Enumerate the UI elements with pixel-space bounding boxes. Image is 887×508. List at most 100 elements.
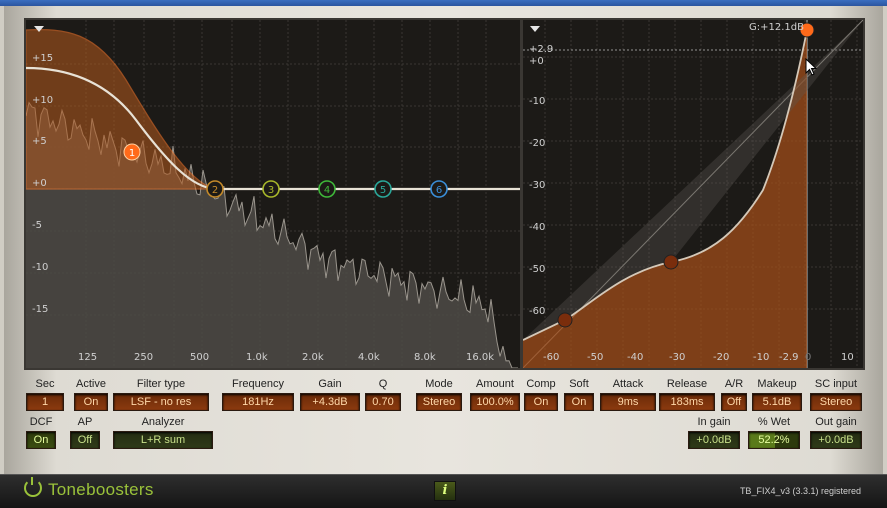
eq-menu-dropdown-icon[interactable] (34, 26, 44, 32)
amount-value[interactable]: 100.0% (470, 393, 520, 411)
active-control[interactable]: Active On (74, 377, 108, 411)
sc-input-value[interactable]: Stereo (810, 393, 862, 411)
sec-control[interactable]: Sec 1 (26, 377, 64, 411)
dyn-y-tick-label: -50 (529, 264, 545, 275)
eq-y-tick-label: +0 (32, 178, 47, 189)
release-control[interactable]: Release 183ms (659, 377, 715, 411)
ap-control[interactable]: AP Off (70, 415, 100, 449)
dyn-x-tick-label: -10 (753, 352, 769, 363)
release-value[interactable]: 183ms (659, 393, 715, 411)
eq-x-tick-label: 4.0k (358, 352, 380, 363)
dyn-x-tick-label: -20 (713, 352, 729, 363)
dyn-x-tick-label: 0 (805, 352, 811, 363)
wet-control[interactable]: % Wet 52.2% (748, 415, 800, 449)
comp-control[interactable]: Comp On (524, 377, 558, 411)
amount-label: Amount (476, 378, 514, 390)
svg-text:5: 5 (380, 185, 386, 196)
gain-control[interactable]: Gain +4.3dB (300, 377, 360, 411)
dyn-y-tick-label: +2.9 (529, 44, 553, 55)
wet-label: % Wet (757, 416, 791, 428)
soft-value[interactable]: On (564, 393, 594, 411)
dcf-value[interactable]: On (26, 431, 56, 449)
svg-text:4: 4 (324, 185, 330, 196)
dyn-y-tick-label: -40 (529, 222, 545, 233)
dyn-x-tick-label: 10 (841, 352, 854, 363)
eq-y-tick-label: +15 (32, 53, 53, 64)
release-label: Release (666, 378, 708, 390)
ar-value[interactable]: Off (721, 393, 747, 411)
in-gain-control[interactable]: In gain +0.0dB (688, 415, 740, 449)
power-logo-icon (24, 477, 42, 497)
comp-label: Comp (526, 378, 556, 390)
ap-label: AP (77, 416, 93, 428)
eq-band-4-handle[interactable]: 4 (318, 180, 336, 198)
active-value[interactable]: On (74, 393, 108, 411)
version-text: TB_FIX4_v3 (3.3.1) registered (739, 486, 861, 496)
analyzer-label: Analyzer (141, 416, 185, 428)
ar-label: A/R (724, 378, 744, 390)
frequency-value[interactable]: 181Hz (222, 393, 294, 411)
mode-value[interactable]: Stereo (416, 393, 462, 411)
gain-value[interactable]: +4.3dB (300, 393, 360, 411)
soft-control[interactable]: Soft On (564, 377, 594, 411)
info-button[interactable]: i (434, 481, 456, 501)
in-gain-label: In gain (697, 416, 731, 428)
q-value[interactable]: 0.70 (365, 393, 401, 411)
eq-y-tick-label: -5 (32, 220, 42, 231)
dyn-y-tick-label: -10 (529, 96, 545, 107)
eq-y-tick-label: +5 (32, 136, 47, 147)
dcf-control[interactable]: DCF On (26, 415, 56, 449)
eq-x-tick-label: 500 (190, 352, 209, 363)
eq-y-tick-label: -15 (32, 304, 48, 315)
attack-value[interactable]: 9ms (600, 393, 656, 411)
comp-value[interactable]: On (524, 393, 558, 411)
filter-type-value[interactable]: LSF - no res (113, 393, 209, 411)
plugin-window: 1 2 3 4 5 6 +15 +10 +5 +0 -5 -10 -15 125 250 500 1.0k 2.0… (0, 0, 887, 508)
eq-x-tick-label: 8.0k (414, 352, 436, 363)
attack-control[interactable]: Attack 9ms (600, 377, 656, 411)
q-control[interactable]: Q 0.70 (365, 377, 401, 411)
sc-input-control[interactable]: SC input Stereo (810, 377, 862, 411)
eq-graph[interactable]: 1 2 3 4 5 6 +15 +10 +5 +0 -5 -10 -15 125 250 500 1.0k 2.0… (24, 18, 522, 370)
makeup-value[interactable]: 5.1dB (752, 393, 802, 411)
dynamics-menu-dropdown-icon[interactable] (530, 26, 540, 32)
eq-x-tick-label: 125 (78, 352, 97, 363)
dyn-x-tick-label: -60 (543, 352, 559, 363)
attack-label: Attack (612, 378, 644, 390)
dyn-x-tick-label: -30 (669, 352, 685, 363)
dyn-x-tick-label: -2.9 (779, 352, 799, 363)
filter-type-control[interactable]: Filter type LSF - no res (113, 377, 209, 411)
sc-input-label: SC input (814, 378, 858, 390)
dyn-x-tick-label: -40 (627, 352, 643, 363)
eq-band-1-handle[interactable]: 1 (123, 143, 141, 161)
analyzer-control[interactable]: Analyzer L+R sum (113, 415, 213, 449)
mode-control[interactable]: Mode Stereo (416, 377, 462, 411)
eq-graph-canvas[interactable]: 1 2 3 4 5 6 +15 +10 +5 +0 -5 -10 -15 125 250 500 1.0k 2.0… (26, 20, 520, 368)
eq-y-tick-label: +10 (32, 95, 53, 106)
eq-band-5-handle[interactable]: 5 (374, 180, 392, 198)
wet-value[interactable]: 52.2% (748, 431, 800, 449)
makeup-control[interactable]: Makeup 5.1dB (752, 377, 802, 411)
in-gain-value[interactable]: +0.0dB (688, 431, 740, 449)
eq-y-tick-label: -10 (32, 262, 48, 273)
soft-label: Soft (569, 378, 589, 390)
active-label: Active (76, 378, 106, 390)
out-gain-label: Out gain (815, 416, 857, 428)
sec-value[interactable]: 1 (26, 393, 64, 411)
dynamics-node-handle[interactable] (663, 254, 679, 270)
analyzer-value[interactable]: L+R sum (113, 431, 213, 449)
svg-text:1: 1 (129, 148, 135, 159)
out-gain-control[interactable]: Out gain +0.0dB (810, 415, 862, 449)
dynamics-node-handle[interactable] (557, 312, 573, 328)
ap-value[interactable]: Off (70, 431, 100, 449)
eq-band-3-handle[interactable]: 3 (262, 180, 280, 198)
ar-control[interactable]: A/R Off (721, 377, 747, 411)
amount-control[interactable]: Amount 100.0% (470, 377, 520, 411)
dyn-y-tick-label: -20 (529, 138, 545, 149)
eq-band-6-handle[interactable]: 6 (430, 180, 448, 198)
eq-band-2-handle[interactable]: 2 (206, 180, 224, 198)
makeup-label: Makeup (757, 378, 797, 390)
out-gain-value[interactable]: +0.0dB (810, 431, 862, 449)
frequency-control[interactable]: Frequency 181Hz (222, 377, 294, 411)
svg-text:3: 3 (268, 185, 274, 196)
